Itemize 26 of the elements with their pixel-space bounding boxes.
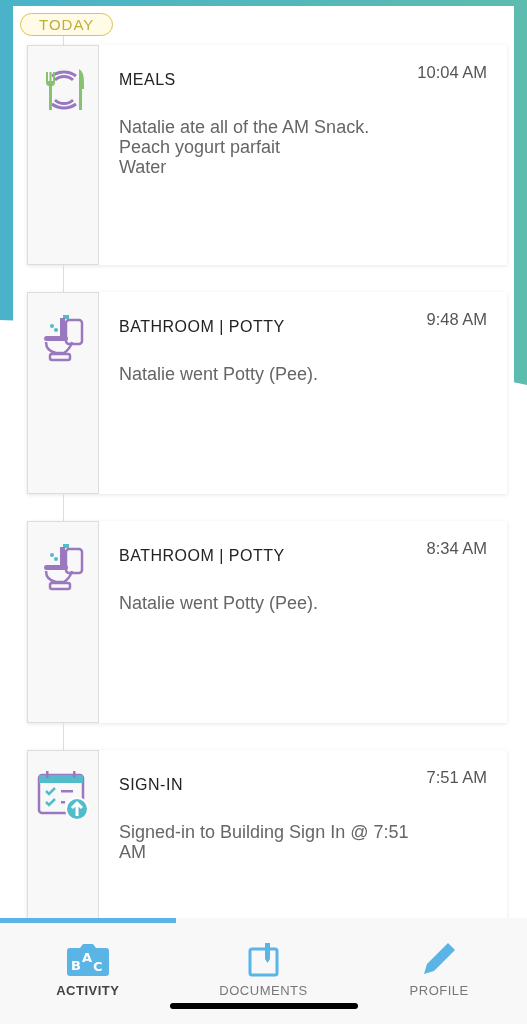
activity-card[interactable]: MEALS 10:04 AM Natalie ate all of the AM Snack. Peach yogurt parfait Water — [27, 45, 507, 265]
calendar-checklist-icon — [37, 769, 89, 821]
entry-text: Signed-in to Building Sign In @ 7:51 AM — [119, 822, 410, 862]
tab[interactable]: PROFILE — [351, 932, 527, 998]
activity-card[interactable]: BATHROOM | POTTY 9:48 AM Natalie went Potty (Pee). — [27, 292, 507, 494]
pencil-icon — [421, 941, 458, 977]
entry-text: Natalie ate all of the AM Snack. — [119, 117, 371, 137]
entry-time: 7:51 AM — [426, 768, 487, 787]
date-badge: TODAY — [20, 13, 114, 36]
entry-text: Natalie went Potty (Pee). — [119, 593, 320, 613]
entry-text: Peach yogurt parfait — [119, 137, 282, 157]
entry-title: BATHROOM | POTTY — [119, 318, 285, 336]
activity-card[interactable]: BATHROOM | POTTY 8:34 AM Natalie went Potty (Pee). — [27, 521, 507, 723]
entry-time: 10:04 AM — [417, 63, 487, 82]
document-pen-icon — [247, 941, 280, 977]
tab[interactable]: DOCUMENTS — [175, 932, 352, 998]
entry-time: 9:48 AM — [426, 310, 487, 329]
letters-badge-icon: BA C — [64, 943, 111, 977]
entry-title: MEALS — [119, 71, 176, 89]
tab[interactable]: BA C ACTIVITY — [0, 932, 176, 998]
entry-title: BATHROOM | POTTY — [119, 547, 285, 565]
entry-time: 8:34 AM — [426, 539, 487, 558]
activity-card[interactable]: SIGN-IN 7:51 AM Signed-in to Building Sign In @ 7:51 AM — [27, 750, 507, 918]
entry-text: Water — [119, 157, 168, 177]
entry-title: SIGN-IN — [119, 776, 183, 794]
entry-text: Natalie went Potty (Pee). — [119, 364, 320, 384]
